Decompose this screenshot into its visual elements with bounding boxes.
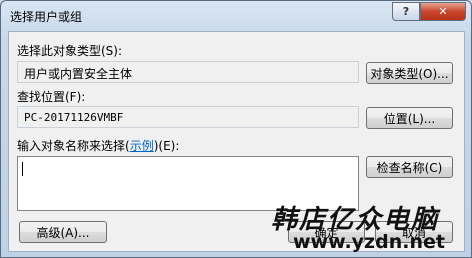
help-button[interactable]: ? [392,2,420,21]
close-button[interactable]: ✕ [420,2,466,21]
watermark-url: www.yzdn.net [293,231,445,253]
examples-link[interactable]: 示例 [130,139,154,153]
check-names-button[interactable]: 检查名称(C) [366,156,453,178]
locations-button[interactable]: 位置(L)... [366,107,453,129]
object-types-button[interactable]: 对象类型(O)... [366,62,453,84]
dialog-window: 选择用户或组 ? ✕ 选择此对象类型(S): 用户或内置安全主体 对象类型(O)… [0,0,472,258]
help-icon: ? [402,5,410,18]
object-names-label: 输入对象名称来选择(示例)(E): [17,137,179,154]
object-type-label: 选择此对象类型(S): [17,44,123,58]
object-names-label-suffix: )(E): [153,139,180,153]
window-title: 选择用户或组 [10,10,83,24]
location-field: PC-20171126VMBF [17,106,359,128]
advanced-button[interactable]: 高级(A)... [19,221,107,243]
location-label: 查找位置(F): [17,90,86,104]
text-caret [22,162,23,176]
watermark: 韩店亿众电脑 www.yzdn.net [271,199,471,257]
object-type-field: 用户或内置安全主体 [17,61,359,83]
title-bar[interactable]: 选择用户或组 ? ✕ [1,1,471,31]
object-names-label-prefix: 输入对象名称来选择( [17,139,130,153]
close-icon: ✕ [438,5,448,18]
